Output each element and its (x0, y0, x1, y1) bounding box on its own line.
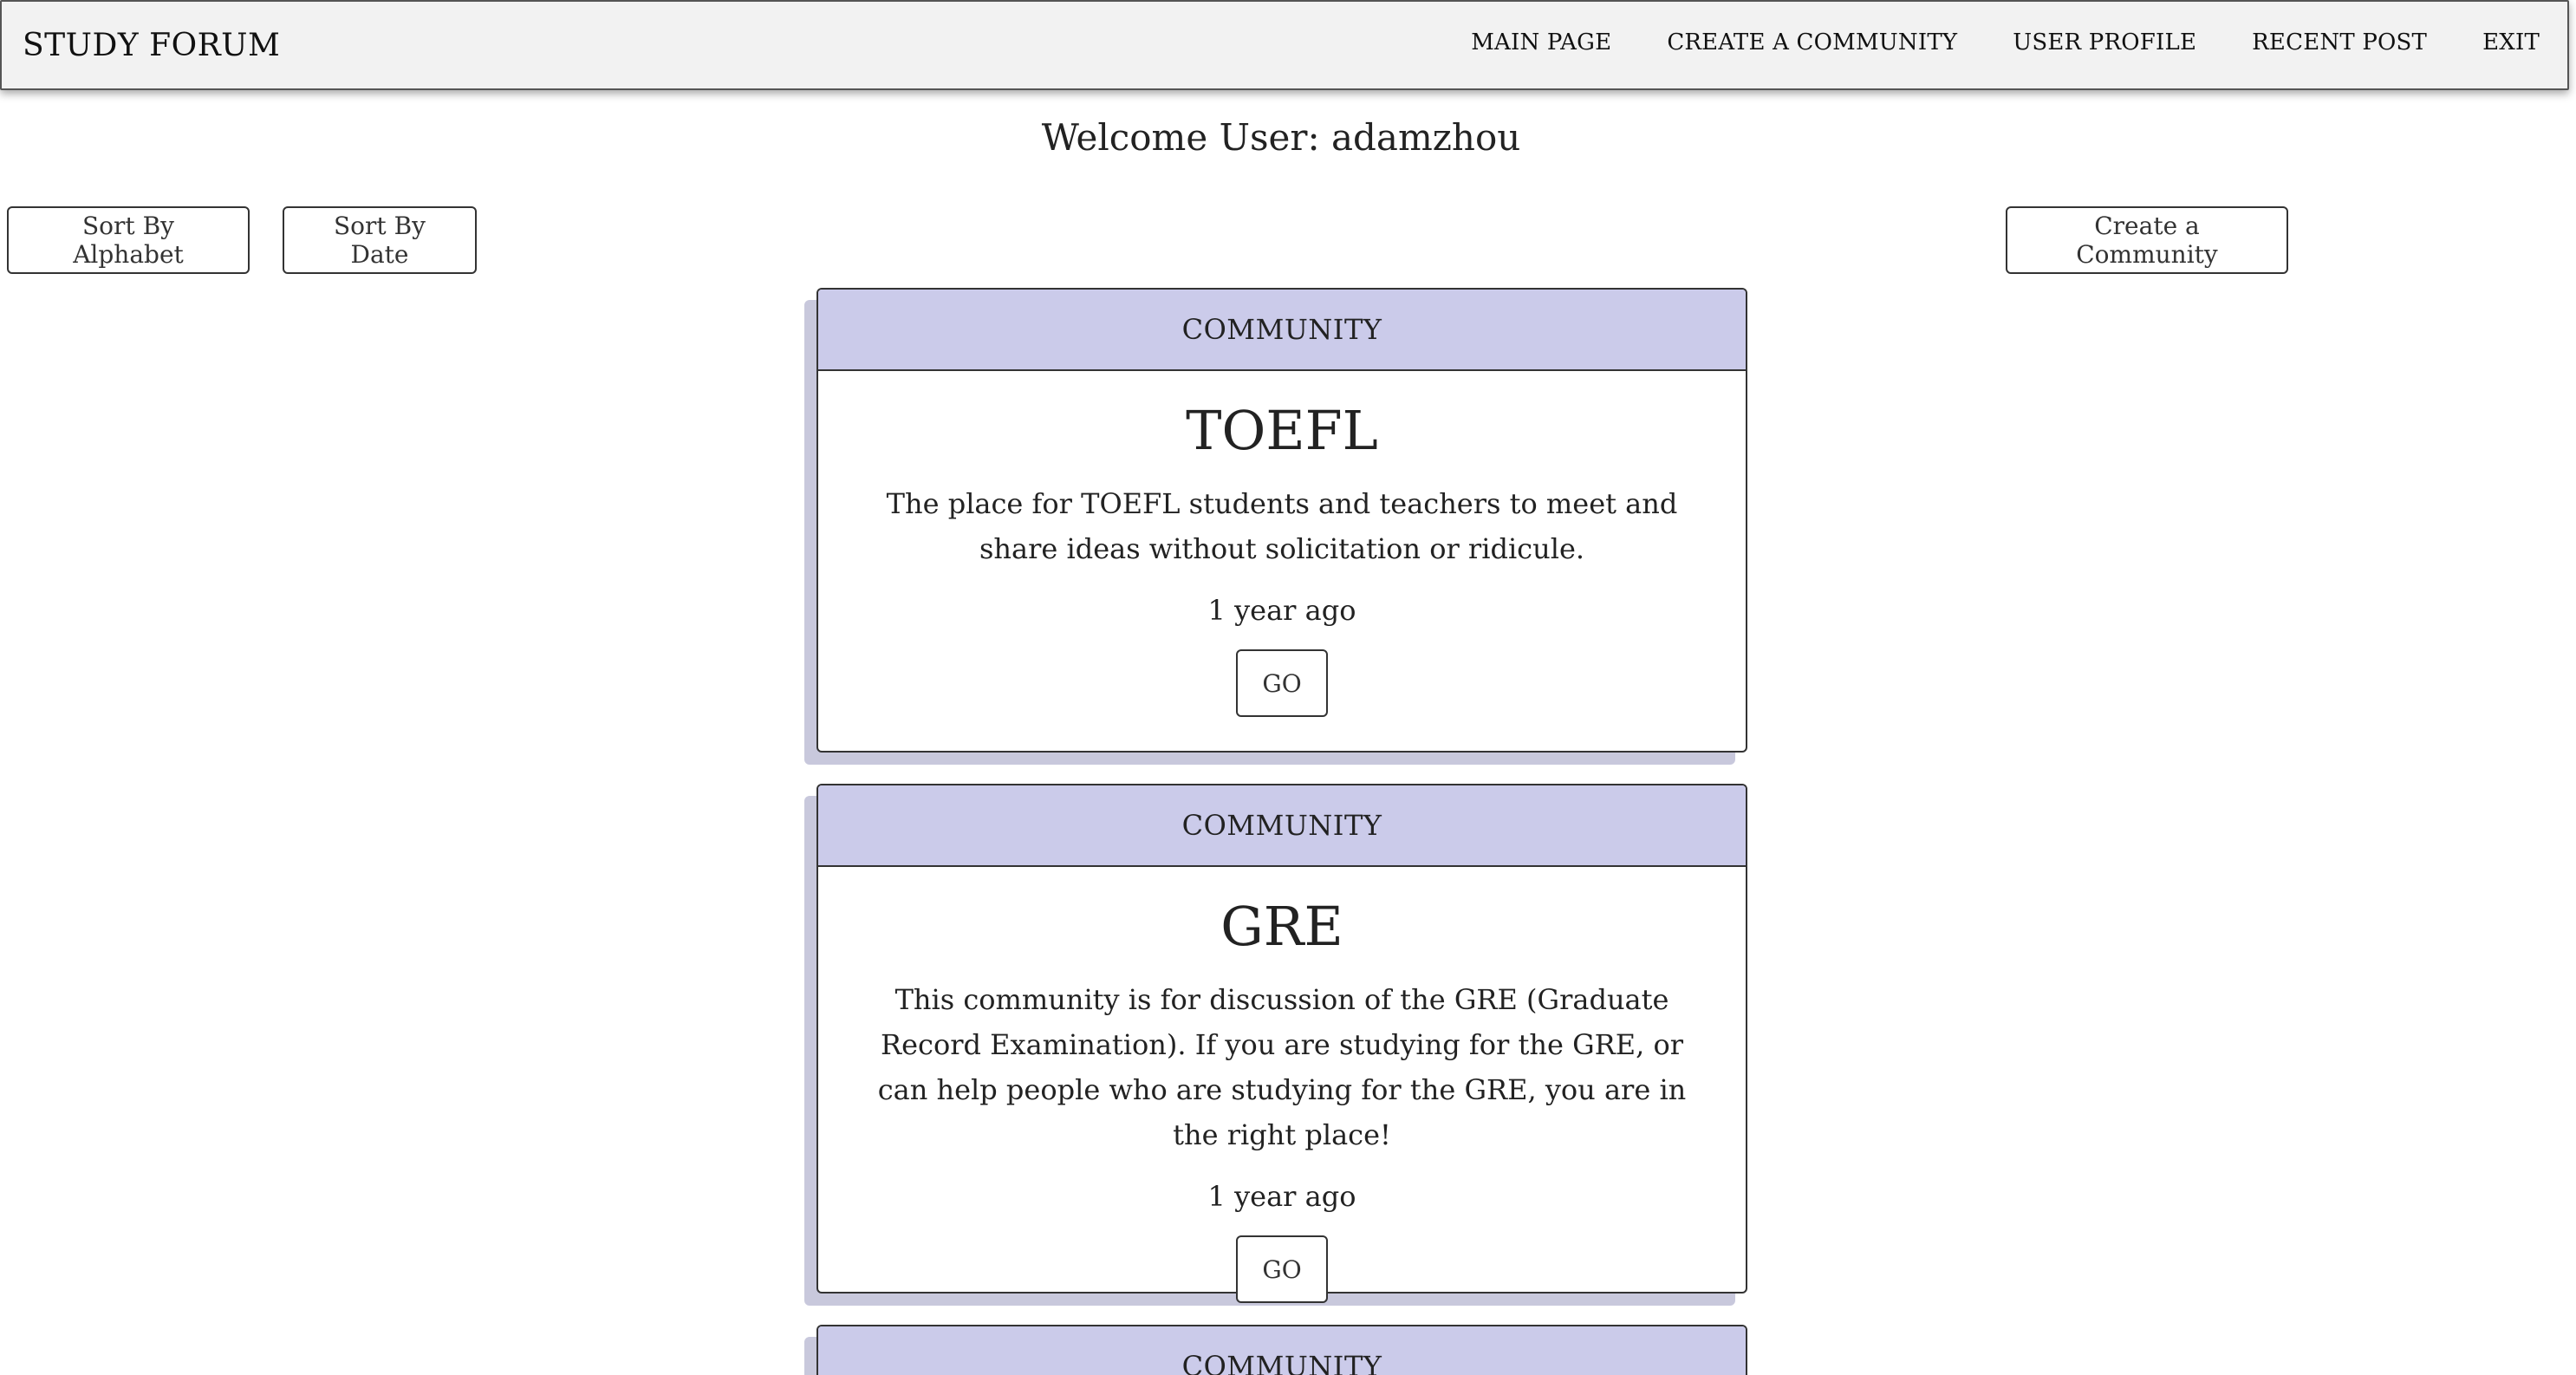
community-description: This community is for discussion of the … (877, 983, 1687, 1151)
community-card-body: TOEFL The place for TOEFL students and t… (818, 371, 1746, 717)
nav-create-community[interactable]: CREATE A COMMUNITY (1667, 29, 1957, 55)
community-card: COMMUNITY TOEFL The place for TOEFL stud… (816, 288, 1747, 753)
community-description: The place for TOEFL students and teacher… (886, 487, 1678, 565)
welcome-message: Welcome User: adamzhou (1041, 116, 1521, 159)
nav-user-profile[interactable]: USER PROFILE (2013, 29, 2196, 55)
community-card-header: COMMUNITY (818, 785, 1746, 867)
brand-logo[interactable]: STUDY FORUM (23, 28, 280, 63)
community-card-header: COMMUNITY (818, 290, 1746, 371)
top-navbar: STUDY FORUM MAIN PAGE CREATE A COMMUNITY… (0, 0, 2569, 90)
nav-recent-post[interactable]: RECENT POST (2252, 29, 2427, 55)
community-title: TOEFL (1186, 399, 1378, 462)
community-card-body: GRE This community is for discussion of … (818, 867, 1746, 1303)
nav-main-page[interactable]: MAIN PAGE (1471, 29, 1611, 55)
community-date: 1 year ago (1207, 594, 1356, 627)
community-title: GRE (1220, 895, 1343, 958)
page: STUDY FORUM MAIN PAGE CREATE A COMMUNITY… (0, 0, 2576, 1375)
sort-by-alphabet-button[interactable]: Sort By Alphabet (7, 206, 250, 274)
nav-exit[interactable]: EXIT (2482, 29, 2540, 55)
community-card-header: COMMUNITY (818, 1326, 1746, 1375)
go-button[interactable]: GO (1236, 1235, 1328, 1303)
community-card: COMMUNITY (816, 1325, 1747, 1375)
community-card: COMMUNITY GRE This community is for disc… (816, 784, 1747, 1303)
sort-by-date-button[interactable]: Sort By Date (283, 206, 477, 274)
community-date: 1 year ago (1207, 1180, 1356, 1213)
create-community-button[interactable]: Create a Community (2006, 206, 2288, 274)
go-button[interactable]: GO (1236, 649, 1328, 717)
nav-links: MAIN PAGE CREATE A COMMUNITY USER PROFIL… (1471, 29, 2540, 55)
